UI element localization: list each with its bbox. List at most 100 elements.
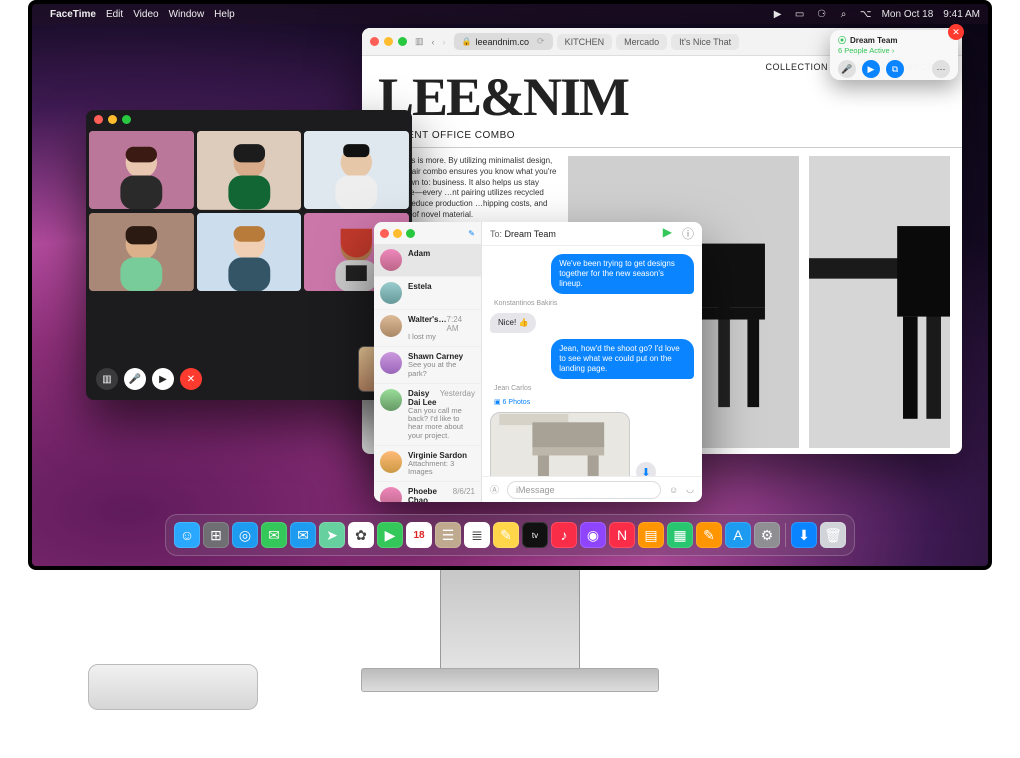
wifi-icon[interactable]: ⚆ — [816, 8, 828, 20]
conversation-item[interactable]: Shawn CarneySee you at the park? — [374, 347, 481, 384]
download-button[interactable]: ⬇ — [636, 462, 656, 476]
apps-icon[interactable]: Ⓐ — [490, 483, 499, 496]
avatar — [380, 352, 402, 374]
participant-tile[interactable] — [197, 131, 302, 210]
facetime-icon[interactable]: ▶ — [377, 522, 403, 548]
participant-tile[interactable] — [89, 213, 194, 291]
numbers-icon[interactable]: ▦ — [667, 522, 693, 548]
minimize-button[interactable] — [393, 229, 402, 238]
window-controls — [370, 37, 407, 46]
sender-label: Konstantinos Bakiris — [494, 300, 694, 307]
conversation-name: Phoebe Chao — [408, 487, 453, 502]
conversation-item[interactable]: Estela — [374, 277, 481, 310]
photos-icon[interactable]: ✿ — [348, 522, 374, 548]
books-icon[interactable]: ▤ — [638, 522, 664, 548]
people-active-label[interactable]: 6 People Active › — [838, 46, 894, 55]
conversation-item[interactable]: Walter's…7:24 AMI lost my — [374, 310, 481, 347]
calendar-icon[interactable]: 18 — [406, 522, 432, 548]
mic-button[interactable]: 🎤 — [838, 60, 856, 78]
shareplay-icon: ⦿ — [838, 35, 846, 46]
tv-icon[interactable]: tv — [522, 522, 548, 548]
menubar-date[interactable]: Mon Oct 18 — [882, 9, 934, 20]
zoom-button[interactable] — [398, 37, 407, 46]
close-button[interactable] — [380, 229, 389, 238]
conversation-preview: I lost my — [408, 333, 475, 341]
launchpad-icon[interactable]: ⊞ — [203, 522, 229, 548]
menu-video[interactable]: Video — [133, 9, 158, 20]
emoji-icon[interactable]: ☺ — [669, 485, 678, 495]
camera-button[interactable]: ▶ — [152, 368, 174, 390]
sidebar-toggle-icon[interactable]: ▥ — [415, 36, 424, 47]
close-button[interactable] — [370, 37, 379, 46]
photos-stack-label[interactable]: ▣ 6 Photos — [494, 398, 694, 406]
minimize-button[interactable] — [108, 115, 117, 124]
trash-icon[interactable]: 🗑 — [820, 522, 846, 548]
message-input[interactable]: iMessage — [507, 481, 661, 499]
avatar — [380, 315, 402, 337]
participant-tile[interactable] — [197, 213, 302, 292]
battery-icon[interactable]: ▭ — [794, 8, 806, 20]
compose-icon[interactable]: ✎ — [468, 229, 475, 238]
mute-button[interactable]: 🎤 — [124, 368, 146, 390]
tab-kitchen[interactable]: KITCHEN — [557, 34, 613, 50]
back-icon[interactable]: ‹ — [432, 37, 435, 47]
camera-button[interactable]: ▶ — [862, 60, 880, 78]
pages-icon[interactable]: ✎ — [696, 522, 722, 548]
menubar-time[interactable]: 9:41 AM — [943, 9, 980, 20]
conversation-item[interactable]: Daisy Dai LeeYesterdayCan you call me ba… — [374, 384, 481, 446]
notes-icon[interactable]: ✎ — [493, 522, 519, 548]
participant-tile[interactable] — [304, 131, 409, 209]
messages-icon[interactable]: ✉ — [261, 522, 287, 548]
nav-collection[interactable]: COLLECTION — [765, 62, 828, 72]
sidebar-toggle-icon[interactable]: ▥ — [96, 368, 118, 390]
forward-icon[interactable]: › — [443, 37, 446, 47]
close-icon[interactable]: ✕ — [948, 24, 964, 40]
contacts-icon[interactable]: ☰ — [435, 522, 461, 548]
facetime-icon[interactable]: ▶ — [663, 225, 672, 242]
news-icon[interactable]: N — [609, 522, 635, 548]
close-button[interactable] — [94, 115, 103, 124]
end-call-button[interactable]: ✕ — [180, 368, 202, 390]
spotlight-icon[interactable]: ⌕ — [838, 8, 850, 20]
info-icon[interactable]: ⓘ — [682, 225, 694, 242]
screenshare-button[interactable]: ⧉ — [886, 60, 904, 78]
address-bar[interactable]: 🔒 leeandnim.co ⟳ — [454, 33, 553, 50]
maps-icon[interactable]: ➤ — [319, 522, 345, 548]
appstore-icon[interactable]: A — [725, 522, 751, 548]
attachment-image[interactable] — [490, 412, 630, 476]
safari-icon[interactable]: ◎ — [232, 522, 258, 548]
messages-thread[interactable]: We've been trying to get designs togethe… — [482, 246, 702, 476]
menu-help[interactable]: Help — [214, 9, 235, 20]
monitor-stand — [440, 570, 580, 690]
conversation-item[interactable]: Virginie SardonAttachment: 3 Images — [374, 446, 481, 483]
menu-edit[interactable]: Edit — [106, 9, 123, 20]
control-center-icon[interactable]: ⌥ — [860, 8, 872, 20]
monitor: FaceTime Edit Video Window Help ▶ ▭ ⚆ ⌕ … — [28, 0, 992, 570]
participant-tile[interactable] — [89, 131, 194, 209]
zoom-button[interactable] — [406, 229, 415, 238]
minimize-button[interactable] — [384, 37, 393, 46]
thread-title[interactable]: Dream Team — [505, 229, 556, 239]
avatar — [380, 451, 402, 473]
article-image-2 — [809, 156, 950, 448]
podcasts-icon[interactable]: ◉ — [580, 522, 606, 548]
finder-icon[interactable]: ☺ — [174, 522, 200, 548]
message-incoming: Nice! 👍 — [490, 313, 536, 333]
tab-mercado[interactable]: Mercado — [616, 34, 667, 50]
reload-icon[interactable]: ⟳ — [537, 36, 545, 47]
menu-window[interactable]: Window — [169, 9, 205, 20]
facetime-status-icon[interactable]: ▶ — [772, 8, 784, 20]
music-icon[interactable]: ♪ — [551, 522, 577, 548]
tab-its-nice-that[interactable]: It's Nice That — [671, 34, 739, 50]
menu-app[interactable]: FaceTime — [50, 9, 96, 20]
reminders-icon[interactable]: ≣ — [464, 522, 490, 548]
leave-button[interactable]: ⋯ — [932, 60, 950, 78]
conversation-item[interactable]: Phoebe Chao8/6/21We should hang out soon… — [374, 482, 481, 502]
settings-icon[interactable]: ⚙ — [754, 522, 780, 548]
downloads-icon[interactable]: ⬇ — [791, 522, 817, 548]
mail-icon[interactable]: ✉ — [290, 522, 316, 548]
conversation-item[interactable]: Adam — [374, 244, 481, 277]
dock-separator — [785, 523, 786, 547]
zoom-button[interactable] — [122, 115, 131, 124]
voice-memo-icon[interactable]: ◡ — [686, 484, 694, 495]
